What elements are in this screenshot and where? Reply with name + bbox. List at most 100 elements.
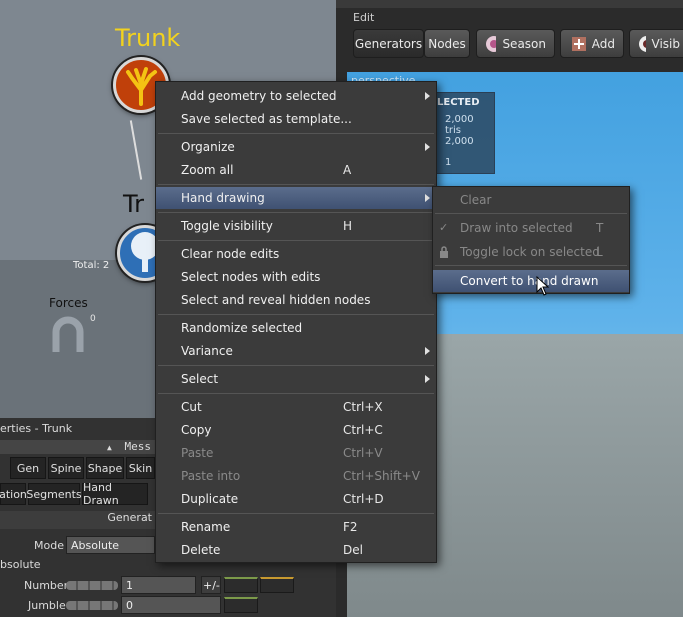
menu-separator <box>158 365 434 366</box>
submenu-arrow-icon <box>425 92 430 100</box>
tab-gen[interactable]: Gen <box>10 457 46 479</box>
menu-label: Clear node edits <box>181 247 280 261</box>
menu-label: Zoom all <box>181 163 234 177</box>
menu-label: Hand drawing <box>181 191 265 205</box>
menu-item-clear-node-edits[interactable]: Clear node edits <box>156 243 436 265</box>
tab-shape-label: Shape <box>87 461 123 475</box>
jumble-field[interactable]: 0 <box>121 596 221 614</box>
menu-shortcut: Ctrl+D <box>343 492 384 506</box>
tab-skin[interactable]: Skin <box>126 457 155 479</box>
menu-label: Variance <box>181 344 233 358</box>
menu-item-delete[interactable]: Delete Del <box>156 539 436 561</box>
season-button[interactable]: Season <box>476 29 555 58</box>
curve-swatch-3[interactable] <box>224 597 258 613</box>
menu-item-variance[interactable]: Variance <box>156 340 436 362</box>
menu-shortcut: F2 <box>343 520 358 534</box>
menu-separator <box>158 513 434 514</box>
menu-item-cut[interactable]: Cut Ctrl+X <box>156 396 436 418</box>
menu-label: Select and reveal hidden nodes <box>181 293 371 307</box>
tab-gen-label: Gen <box>16 461 40 475</box>
tab-shape[interactable]: Shape <box>86 457 124 479</box>
curve-swatch-1[interactable] <box>224 577 258 593</box>
total-count: Total: 2 <box>73 260 110 271</box>
menu-label: Add geometry to selected <box>181 89 337 103</box>
menu-label: Rename <box>181 520 231 534</box>
tab-segments-label: Segments <box>26 487 82 501</box>
number-slider[interactable] <box>66 581 118 590</box>
menu-item-copy[interactable]: Copy Ctrl+C <box>156 419 436 441</box>
tab-hand-drawn[interactable]: Hand Drawn <box>82 481 148 507</box>
menu-item-organize[interactable]: Organize <box>156 136 436 158</box>
menu-item-select-reveal-hidden[interactable]: Select and reveal hidden nodes <box>156 289 436 311</box>
menu-item-add-geometry[interactable]: Add geometry to selected <box>156 85 436 107</box>
menu-label: Copy <box>181 423 212 437</box>
trunk-node-2-title: Tr <box>123 190 144 218</box>
menu-separator <box>158 212 434 213</box>
menu-item-toggle-visibility[interactable]: Toggle visibility H <box>156 215 436 237</box>
submenu-shortcut: L <box>596 245 603 259</box>
menu-separator <box>158 393 434 394</box>
nodes-tab[interactable]: Nodes <box>424 29 470 58</box>
visibility-button[interactable]: Visib <box>629 29 683 58</box>
eye-icon <box>639 35 646 52</box>
submenu-item-convert-to-hand-drawn[interactable]: Convert to hand drawn <box>433 270 629 292</box>
mess-label: Mess <box>124 440 152 453</box>
number-field[interactable]: 1 <box>121 576 196 594</box>
menu-separator <box>435 213 627 214</box>
menu-item-select[interactable]: Select <box>156 368 436 390</box>
magnet-icon[interactable] <box>48 312 88 358</box>
submenu-item-clear[interactable]: Clear <box>433 189 629 211</box>
number-label: Number <box>24 579 69 592</box>
menu-item-duplicate[interactable]: Duplicate Ctrl+D <box>156 488 436 510</box>
menu-label: Randomize selected <box>181 321 303 335</box>
generators-tab[interactable]: Generators <box>353 29 424 58</box>
menu-item-save-template[interactable]: Save selected as template... <box>156 108 436 130</box>
menu-separator <box>158 240 434 241</box>
mess-section-bar[interactable]: ▲ Mess <box>0 440 155 454</box>
tab-animation[interactable]: ation <box>0 483 27 505</box>
submenu-item-toggle-lock[interactable]: Toggle lock on selected L <box>433 241 629 263</box>
tab-skin-label: Skin <box>128 461 153 475</box>
menu-shortcut: Ctrl+X <box>343 400 383 414</box>
menu-item-select-nodes-with-edits[interactable]: Select nodes with edits <box>156 266 436 288</box>
submenu-item-draw-into-selected[interactable]: ✓ Draw into selected T <box>433 217 629 239</box>
submenu-shortcut: T <box>596 221 604 235</box>
hand-drawing-submenu: Clear ✓ Draw into selected T Toggle lock… <box>432 186 630 294</box>
generators-label: Generators <box>354 36 423 51</box>
checkmark-icon: ✓ <box>439 221 449 234</box>
submenu-arrow-icon <box>425 143 430 151</box>
submenu-label: Clear <box>460 193 492 207</box>
lock-icon <box>440 246 448 258</box>
context-menu: Add geometry to selected Save selected a… <box>155 81 437 563</box>
submenu-arrow-icon <box>425 347 430 355</box>
jumble-slider[interactable] <box>66 601 118 610</box>
mode-dropdown[interactable]: Absolute <box>66 536 155 554</box>
menu-label: Organize <box>181 140 235 154</box>
menu-separator <box>158 314 434 315</box>
menu-separator <box>158 133 434 134</box>
curve-swatch-2[interactable] <box>260 577 294 593</box>
tab-animation-label: ation <box>0 487 27 501</box>
menu-item-hand-drawing[interactable]: Hand drawing <box>156 187 436 209</box>
menu-item-zoom-all[interactable]: Zoom all A <box>156 159 436 181</box>
top-strip <box>336 0 683 8</box>
menu-separator <box>435 265 627 266</box>
menu-label: Select nodes with edits <box>181 270 321 284</box>
submenu-label: Draw into selected <box>460 221 573 235</box>
menu-item-rename[interactable]: Rename F2 <box>156 516 436 538</box>
tab-spine[interactable]: Spine <box>48 457 84 479</box>
menu-shortcut: A <box>343 163 352 177</box>
selection-stats-overlay: LECTED 2,000 tris 2,000 1 <box>430 92 495 174</box>
menu-shortcut: Ctrl+V <box>343 446 383 460</box>
add-node-icon <box>572 36 586 51</box>
jumble-label: Jumble <box>28 599 66 612</box>
menu-item-paste-into[interactable]: Paste into Ctrl+Shift+V <box>156 465 436 487</box>
menu-item-randomize-selected[interactable]: Randomize selected <box>156 317 436 339</box>
forces-label: Forces <box>49 296 88 310</box>
menu-item-paste[interactable]: Paste Ctrl+V <box>156 442 436 464</box>
add-button[interactable]: Add <box>560 29 624 58</box>
generation-section-header[interactable]: Generat <box>0 511 155 529</box>
plusminus-button[interactable]: +/- <box>201 576 221 594</box>
tab-segments[interactable]: Segments <box>26 483 82 505</box>
menu-label: Select <box>181 372 219 386</box>
